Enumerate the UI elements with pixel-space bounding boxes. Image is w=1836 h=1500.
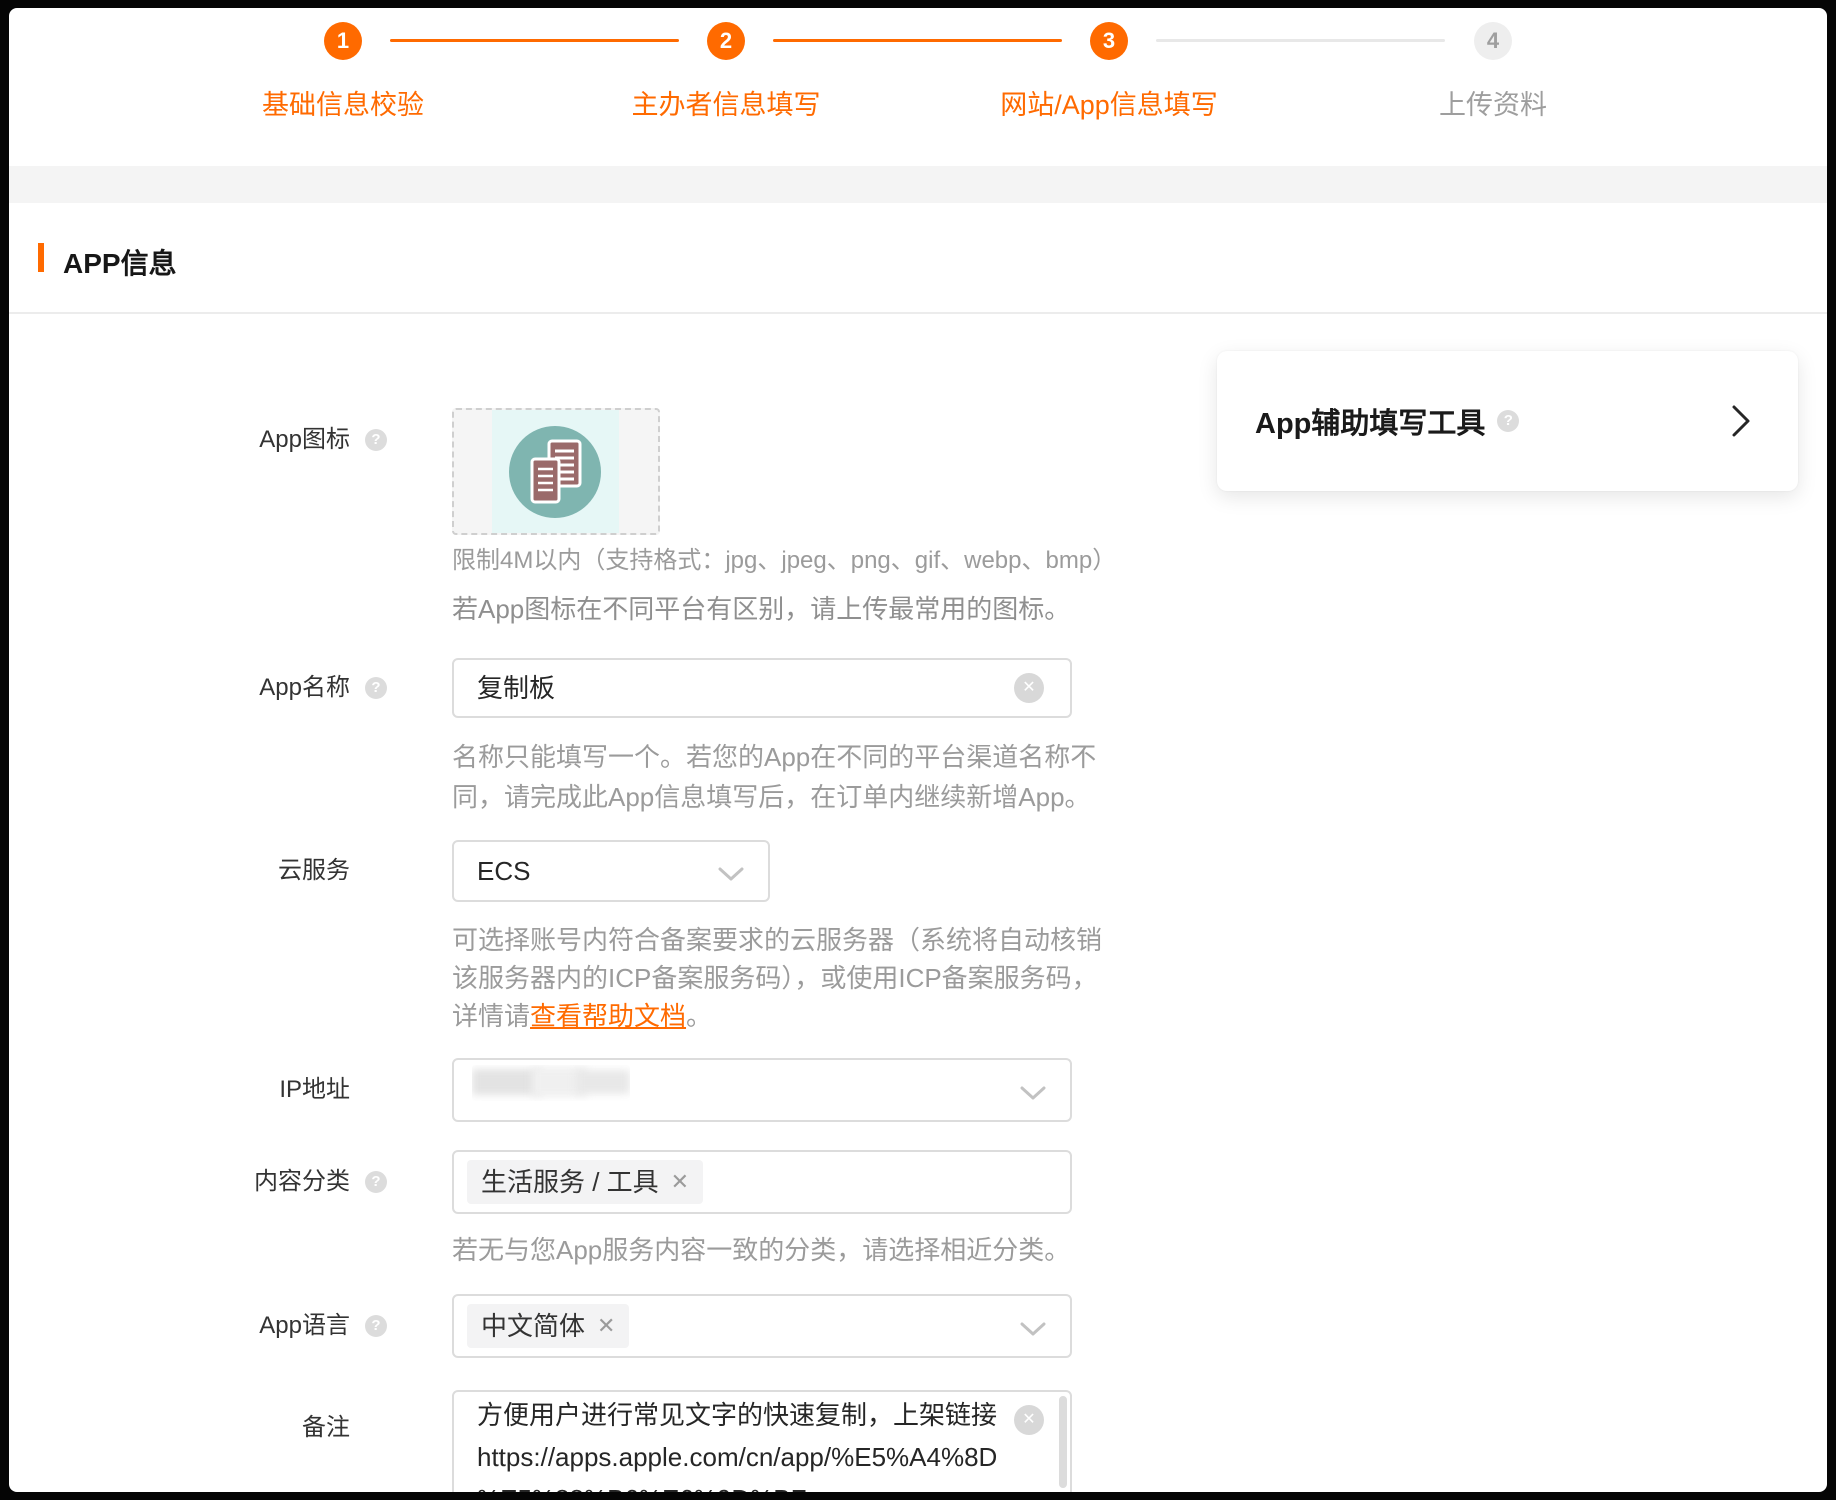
cloud-service-value: ECS [477,856,530,886]
app-name-value: 复制板 [477,673,555,703]
help-doc-link[interactable]: 查看帮助文档 [530,1001,686,1031]
helper-card-title: App辅助填写工具 [1255,400,1485,442]
field-label-app-name: App名称 [50,673,350,703]
help-icon[interactable] [1497,410,1519,432]
chevron-right-icon [1730,403,1752,439]
category-tag: 生活服务 / 工具 ✕ [467,1160,703,1204]
content-category-input[interactable]: 生活服务 / 工具 ✕ [452,1150,1072,1214]
documents-icon [509,426,601,518]
remark-line3: %E5%88%B6%E6%9D%BF [477,1478,807,1492]
app-icon-preview [492,410,619,533]
app-icon-upload[interactable] [452,408,660,535]
step-1-circle[interactable]: 1 [324,22,362,60]
section-title: APP信息 [63,242,177,282]
field-label-cloud-service: 云服务 [50,856,350,886]
step-connector-1-2 [390,39,679,42]
language-tag-label: 中文简体 [481,1304,585,1348]
step-4-circle[interactable]: 4 [1474,22,1512,60]
help-icon[interactable] [365,429,387,451]
app-language-select[interactable]: 中文简体 ✕ [452,1294,1072,1358]
app-icon-image [509,426,601,518]
step-1-label[interactable]: 基础信息校验 [183,83,503,122]
textarea-scrollbar[interactable] [1059,1396,1067,1488]
remark-line2: https://apps.apple.com/cn/app/%E5%A4%8D [477,1436,997,1478]
help-icon[interactable] [365,1171,387,1193]
clear-icon[interactable] [1014,1405,1044,1435]
cloud-hint-line1: 可选择账号内符合备案要求的云服务器（系统将自动核销 [452,925,1102,955]
category-tag-label: 生活服务 / 工具 [481,1160,659,1204]
screenshot-frame: 1 2 3 4 基础信息校验 主办者信息填写 网站/App信息填写 上传资料 A… [0,0,1836,1500]
help-icon[interactable] [365,677,387,699]
language-tag: 中文简体 ✕ [467,1304,629,1348]
ip-address-masked-value [472,1065,630,1101]
step-2-label[interactable]: 主办者信息填写 [566,83,886,122]
app-window: 1 2 3 4 基础信息校验 主办者信息填写 网站/App信息填写 上传资料 A… [9,8,1827,1492]
step-3-label[interactable]: 网站/App信息填写 [949,83,1269,122]
remove-tag-icon[interactable]: ✕ [671,1160,689,1204]
header-divider [9,312,1827,314]
step-2-circle[interactable]: 2 [707,22,745,60]
clear-icon[interactable] [1014,673,1044,703]
remark-line1: 方便用户进行常见文字的快速复制，上架链接 [477,1394,997,1436]
field-label-content-category: 内容分类 [50,1167,350,1197]
field-label-ip-address: IP地址 [50,1075,350,1105]
step-4-label: 上传资料 [1333,83,1653,122]
section-title-accent-bar [38,243,44,272]
category-hint: 若无与您App服务内容一致的分类，请选择相近分类。 [452,1235,1070,1265]
upload-note-caption: 若App图标在不同平台有区别，请上传最常用的图标。 [452,594,1070,624]
remark-textarea[interactable]: 方便用户进行常见文字的快速复制，上架链接 https://apps.apple.… [452,1390,1072,1492]
remove-tag-icon[interactable]: ✕ [597,1304,615,1348]
field-label-app-language: App语言 [50,1311,350,1341]
chevron-down-icon [1020,1322,1046,1336]
chevron-down-icon [718,867,744,881]
cloud-hint-line3: 详情请查看帮助文档。 [452,1001,712,1031]
field-label-app-icon: App图标 [50,425,350,455]
app-name-hint-line1: 名称只能填写一个。若您的App在不同的平台渠道名称不 [452,742,1096,772]
app-helper-tool-card[interactable]: App辅助填写工具 [1217,351,1798,491]
chevron-down-icon [1020,1086,1046,1100]
ip-address-select[interactable] [452,1058,1072,1122]
step-connector-3-4 [1156,39,1445,42]
cloud-hint-line2: 该服务器内的ICP备案服务码），或使用ICP备案服务码， [452,963,1098,993]
app-name-input[interactable]: 复制板 [452,658,1072,718]
upload-limit-caption: 限制4M以内（支持格式：jpg、jpeg、png、gif、webp、bmp） [452,546,1116,576]
cloud-hint-suffix: 。 [686,1001,712,1031]
section-separator-band [9,166,1827,203]
step-3-circle[interactable]: 3 [1090,22,1128,60]
cloud-service-select[interactable]: ECS [452,840,770,902]
app-name-hint-line2: 同，请完成此App信息填写后，在订单内继续新增App。 [452,782,1091,812]
cloud-hint-prefix: 详情请 [452,1001,530,1031]
help-icon[interactable] [365,1315,387,1337]
field-label-remark: 备注 [50,1413,350,1443]
step-connector-2-3 [773,39,1062,42]
